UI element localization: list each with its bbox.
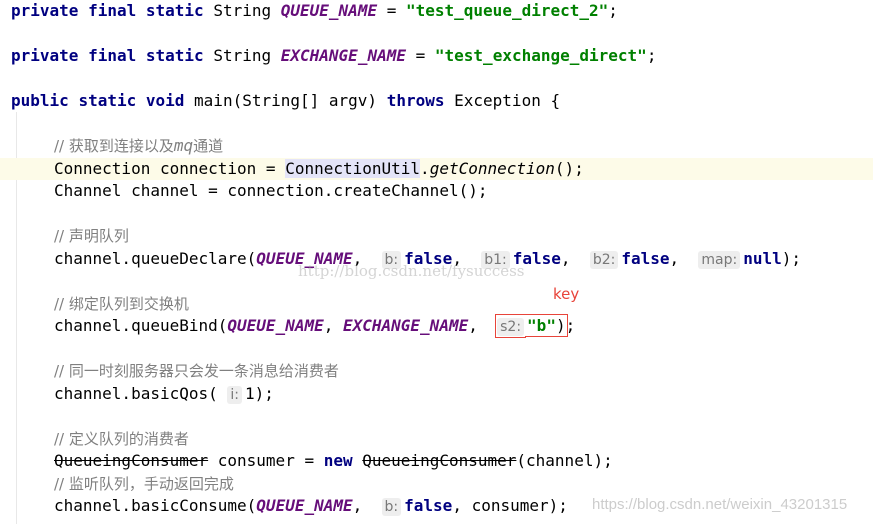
code-line[interactable]: QueueingConsumer consumer = new Queueing… [0,450,873,473]
comment: // 声明队列 [54,227,129,245]
code-token: channel.basicConsume( [54,496,257,515]
watermark-bottom-right: https://blog.csdn.net/weixin_43201315 [592,496,848,513]
string-literal: "b" [527,316,556,335]
code-line[interactable]: private final static String QUEUE_NAME =… [0,0,873,23]
code-token: Connection connection = [54,158,286,178]
keyword: throws [386,91,445,110]
code-token: getConnection [429,158,555,178]
keyword: new [323,451,353,470]
keyword: private [11,46,79,65]
code-line[interactable]: Channel channel = connection.createChann… [0,180,873,203]
code-line[interactable]: private final static String EXCHANGE_NAM… [0,45,873,68]
keyword: static [145,1,204,20]
comment: // 定义队列的消费者 [54,429,189,448]
code-line[interactable]: // 监听队列，手动返回完成 [0,473,873,496]
constant: QUEUE_NAME [280,1,378,20]
code-token: QueueingConsumer [54,451,209,470]
parameter-hint: s2: [497,318,525,336]
code-line[interactable]: // 绑定队列到交换机 [0,293,873,316]
comment: 通道 [193,137,224,155]
code-token: , [352,496,382,515]
keyword: static [78,91,137,110]
code-token: 1 [245,383,255,403]
code-token: QueueingConsumer [362,451,517,470]
code-token: main(String[] argv) [184,91,387,110]
keyword: false [621,248,670,268]
constant: QUEUE_NAME [256,496,353,515]
constant: QUEUE_NAME [227,316,324,335]
code-token: ); [254,383,274,403]
code-token: = [405,46,435,65]
code-line[interactable]: Connection connection = ConnectionUtil.g… [0,157,873,180]
comment: mq [173,136,194,155]
keyword: null [743,248,782,268]
code-line[interactable]: public static void main(String[] argv) t… [0,90,873,113]
code-token: channel.basicQos( [54,383,228,403]
keyword: void [145,91,185,110]
code-token: String [203,46,281,65]
code-token: channel.queueDeclare( [54,248,257,268]
routing-key-highlight-box: s2: "b") [495,314,568,337]
code-token: ); [781,248,802,268]
comment: // 获取到连接以及 [54,137,174,155]
keyword: public [11,91,69,110]
code-token: , [323,316,343,335]
key-annotation-label: key [553,285,580,303]
keyword: final [88,46,137,65]
code-token: ; [565,316,576,335]
code-token: = [377,1,406,20]
parameter-hint: b2: [589,250,619,269]
code-token: String [203,1,281,20]
parameter-hint: b: [381,498,402,516]
code-token: , [669,248,699,268]
parameter-hint: i: [227,385,242,404]
comment: // 同一时刻服务器只会发一条消息给消费者 [54,362,339,380]
code-token: Channel channel = connection.createChann… [54,181,488,200]
keyword: static [145,46,204,65]
code-token: (); [554,158,584,178]
code-token: , [468,316,498,335]
code-line[interactable]: // 获取到连接以及mq通道 [0,135,873,158]
comment: // 监听队列，手动返回完成 [54,474,234,493]
code-token: ConnectionUtil [285,158,421,178]
keyword: private [11,1,79,20]
constant: EXCHANGE_NAME [342,316,469,335]
code-line[interactable]: // 同一时刻服务器只会发一条消息给消费者 [0,360,873,383]
parameter-hint: map: [698,250,741,269]
code-token: ; [608,1,618,20]
code-token: , consumer); [452,496,568,515]
watermark-center: http://blog.csdn.net/fysuccess [298,262,525,280]
comment: // 绑定队列到交换机 [54,294,189,313]
code-line[interactable]: channel.queueBind(QUEUE_NAME, EXCHANGE_N… [0,314,873,338]
string-literal: "test_exchange_direct" [434,46,647,65]
code-token: . [420,158,430,178]
code-line[interactable]: channel.basicQos( i: 1); [0,383,873,406]
constant: EXCHANGE_NAME [280,46,406,65]
string-literal: "test_queue_direct_2" [405,1,609,20]
keyword: final [88,1,137,20]
code-token: consumer = [208,451,324,470]
code-token: , [560,248,590,268]
code-line[interactable]: // 声明队列 [0,225,873,248]
code-token: channel.queueBind( [54,316,228,335]
keyword: false [404,496,453,515]
code-token: (channel); [516,451,613,470]
code-token: ; [646,46,657,65]
code-line[interactable]: // 定义队列的消费者 [0,428,873,451]
code-token: Exception { [444,91,561,110]
